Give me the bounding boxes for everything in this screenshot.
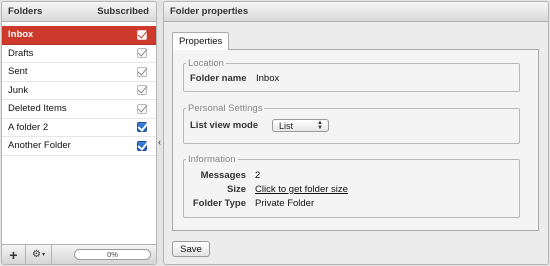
folder-name: Another Folder	[8, 140, 71, 152]
subscribed-checkbox	[137, 48, 147, 59]
personal-settings-fieldset: Personal Settings List view mode List ▲ ▼	[183, 103, 520, 144]
tab-properties-label: Properties	[179, 36, 223, 47]
folder-row[interactable]: Junk	[2, 82, 156, 100]
tab-properties[interactable]: Properties	[172, 32, 230, 50]
folder-name-value: Inbox	[256, 73, 280, 84]
subscribed-checkbox	[137, 29, 147, 40]
subscribed-checkbox	[137, 103, 147, 114]
list-view-mode-value: List	[279, 120, 294, 131]
folder-name: Junk	[8, 84, 29, 96]
list-view-mode-select[interactable]: List ▲ ▼	[272, 119, 329, 132]
properties-header: Folder properties	[164, 2, 548, 22]
folder-name: A folder 2	[8, 121, 49, 133]
subscribed-header: Subscribed	[97, 6, 149, 17]
folder-type-value: Private Folder	[255, 197, 315, 209]
folder-row[interactable]: Deleted Items	[2, 100, 156, 119]
folders-footer: + ⚙ ▾ 0%	[2, 244, 156, 264]
location-legend: Location	[188, 58, 224, 69]
subscribed-checkbox	[137, 66, 147, 77]
properties-tab-content: Location Folder name Inbox Personal Sett…	[172, 49, 539, 231]
folders-panel: Folders Subscribed Inbox Drafts Sent Junk De…	[1, 1, 157, 265]
properties-header-title: Folder properties	[170, 6, 249, 17]
folders-header-title: Folders	[8, 6, 43, 17]
personal-settings-legend: Personal Settings	[188, 103, 263, 114]
splitter-handle[interactable]: ‹	[158, 137, 161, 147]
subscribed-checkbox	[137, 85, 147, 96]
folder-name: Drafts	[8, 47, 34, 59]
list-view-mode-label: List view mode	[190, 120, 259, 131]
folder-actions-button[interactable]: ⚙ ▾	[26, 245, 52, 264]
information-legend: Information	[188, 154, 236, 165]
messages-label: Messages	[200, 169, 246, 181]
add-folder-button[interactable]: +	[2, 245, 26, 264]
information-fieldset: Information Messages 2 Size Click to get…	[183, 154, 520, 218]
folder-row[interactable]: Sent	[2, 63, 156, 82]
folder-name: Sent	[8, 66, 28, 78]
folder-row[interactable]: Another Folder	[2, 137, 156, 156]
folder-name: Inbox	[8, 29, 34, 41]
plus-icon: +	[9, 246, 18, 263]
subscribed-checkbox[interactable]	[137, 122, 147, 133]
folder-row[interactable]: A folder 2	[2, 119, 156, 137]
folders-header: Folders Subscribed	[2, 2, 156, 22]
quota-meter: 0%	[74, 249, 151, 260]
folder-properties-panel: Folder properties Properties Location Fo…	[163, 1, 549, 265]
size-label: Size	[226, 183, 246, 195]
get-folder-size-link[interactable]: Click to get folder size	[255, 184, 348, 195]
location-fieldset: Location Folder name Inbox	[183, 58, 520, 92]
folder-type-row: Folder Type Private Folder	[184, 196, 519, 210]
quota-text: 0%	[107, 250, 118, 259]
list-view-mode-row: List view mode List ▲ ▼	[190, 118, 519, 133]
folder-list: Inbox Drafts Sent Junk Deleted Items A folder…	[2, 26, 156, 156]
size-row: Size Click to get folder size	[184, 182, 519, 196]
messages-row: Messages 2	[184, 168, 519, 182]
caret-down-icon: ▾	[41, 252, 45, 258]
folder-name-row: Folder name Inbox	[190, 71, 519, 86]
folder-name-label: Folder name	[190, 73, 247, 84]
select-arrows-icon: ▲ ▼	[317, 119, 323, 131]
messages-value: 2	[255, 169, 261, 181]
folder-row[interactable]: Inbox	[2, 26, 156, 45]
gear-icon: ⚙	[32, 249, 41, 260]
folder-type-label: Folder Type	[192, 197, 246, 209]
folder-row[interactable]: Drafts	[2, 45, 156, 63]
folder-name: Deleted Items	[8, 103, 67, 115]
subscribed-checkbox[interactable]	[137, 140, 147, 151]
save-button[interactable]: Save	[172, 241, 210, 257]
